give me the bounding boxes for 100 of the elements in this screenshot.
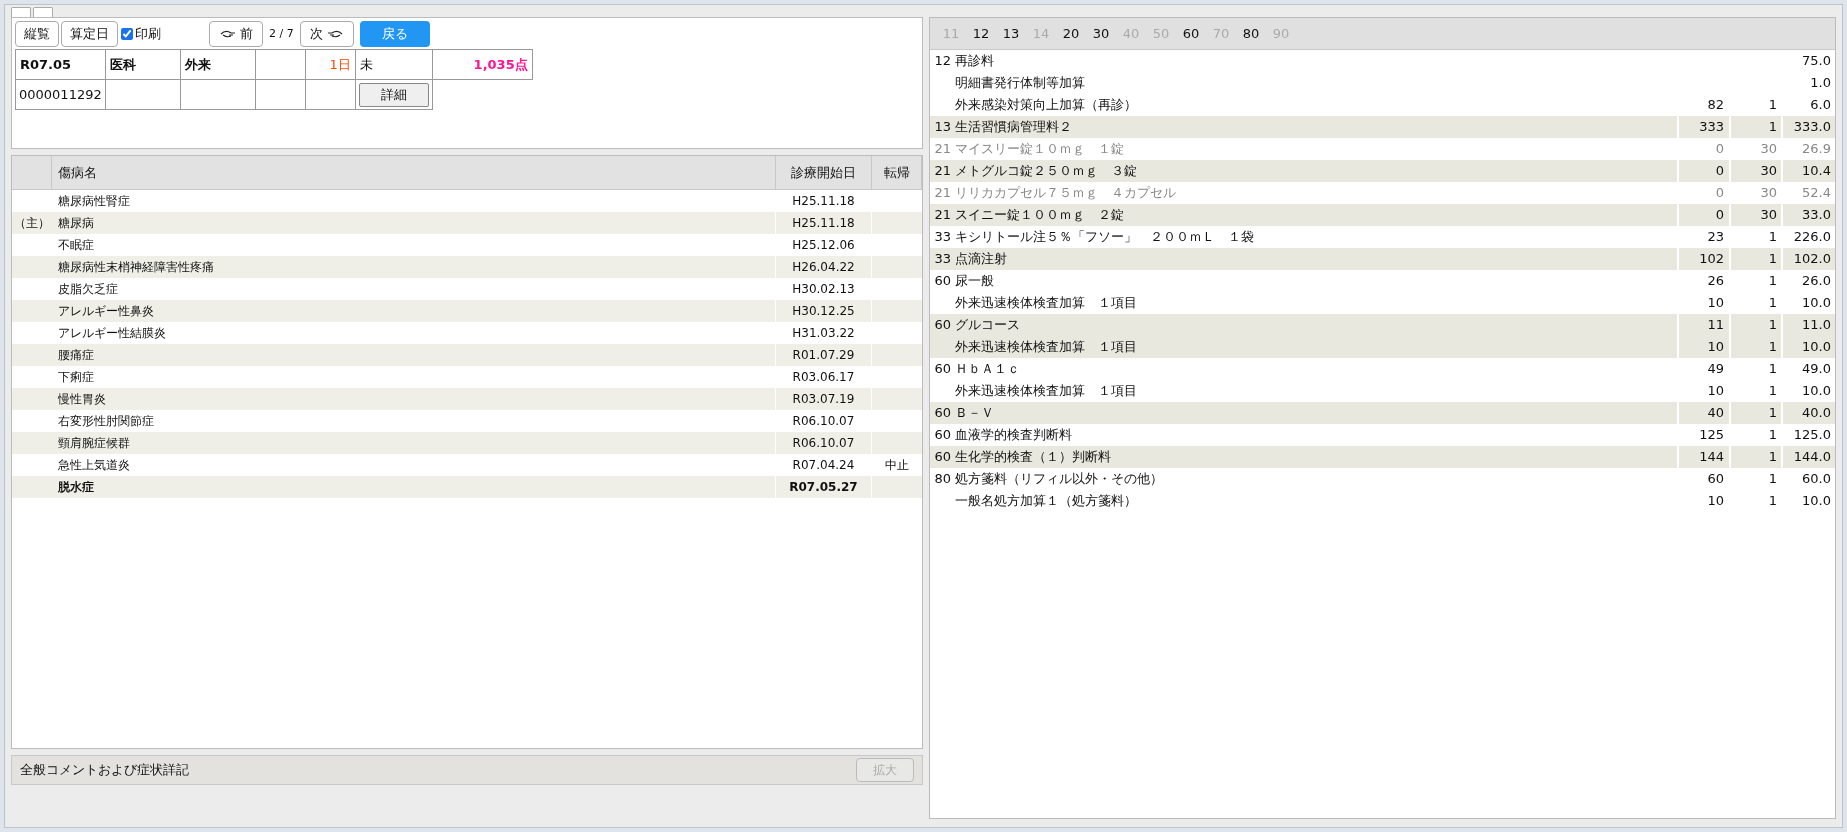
table-cell-text: 急性上気道炎 bbox=[58, 457, 130, 474]
table-cell-text: 0 bbox=[1715, 184, 1724, 203]
tab-stub[interactable] bbox=[33, 7, 53, 17]
page-indicator: 2 / 7 bbox=[268, 25, 295, 42]
table-cell-text: マイスリー錠１０ｍｇ １錠 bbox=[955, 140, 1124, 159]
table-cell-text: 糖尿病性末梢神経障害性疼痛 bbox=[58, 259, 214, 276]
table-cell-text: 1 bbox=[1768, 294, 1777, 313]
category-tab[interactable]: 20 bbox=[1056, 23, 1086, 44]
table-cell-text: 糖尿病性腎症 bbox=[58, 193, 130, 210]
table-cell-text: 60 bbox=[934, 426, 951, 445]
checkbox-label: 印刷 bbox=[135, 25, 161, 44]
table-cell-text: 10 bbox=[1707, 294, 1724, 313]
summary-cell: 未 bbox=[355, 49, 433, 80]
table-cell-text: 10.0 bbox=[1802, 492, 1831, 511]
table-cell-text: 10.0 bbox=[1802, 294, 1831, 313]
table-cell-text: 皮脂欠乏症 bbox=[58, 281, 118, 298]
table-cell-text: 1 bbox=[1768, 272, 1777, 291]
table-cell-text: 102 bbox=[1699, 250, 1724, 269]
table-cell-text: 82 bbox=[1707, 96, 1724, 115]
table-cell-text: 10 bbox=[1707, 338, 1724, 357]
table-cell-text: 明細書発行体制等加算 bbox=[955, 74, 1085, 93]
table-cell-text: 144 bbox=[1699, 448, 1724, 467]
table-cell-text: 1 bbox=[1768, 250, 1777, 269]
table-cell-text: 1 bbox=[1768, 492, 1777, 511]
table-cell-text: 26 bbox=[1707, 272, 1724, 291]
table-cell-text: 226.0 bbox=[1793, 228, 1831, 247]
table-cell-text: 333 bbox=[1699, 118, 1724, 137]
table-cell-text: 125 bbox=[1699, 426, 1724, 445]
table-cell-text: 40 bbox=[1707, 404, 1724, 423]
table-cell-text: 10.0 bbox=[1802, 338, 1831, 357]
tab-stub[interactable] bbox=[11, 7, 31, 17]
table-cell-text: Ｂ－Ｖ bbox=[955, 404, 994, 423]
table-cell-text: 脱水症 bbox=[58, 479, 94, 496]
table-cell-text: 10.4 bbox=[1802, 162, 1831, 181]
category-tab[interactable]: 13 bbox=[996, 23, 1026, 44]
table-cell-text: ＨｂＡ１ｃ bbox=[955, 360, 1020, 379]
table-cell-text: 生化学的検査（１）判断料 bbox=[955, 448, 1111, 467]
table-cell-text: 0 bbox=[1715, 162, 1724, 181]
table-cell-text: 30 bbox=[1760, 140, 1777, 159]
table-cell-text: 腰痛症 bbox=[58, 347, 94, 364]
table-cell-text: 頸肩腕症候群 bbox=[58, 435, 130, 452]
table-cell-text: 1 bbox=[1768, 96, 1777, 115]
table-cell-text: 49.0 bbox=[1802, 360, 1831, 379]
table-cell-text: 1 bbox=[1768, 228, 1777, 247]
table-cell-text: 0 bbox=[1715, 206, 1724, 225]
column-header: 傷病名 bbox=[58, 163, 97, 182]
table-cell-text: （主） bbox=[14, 215, 50, 232]
next-button[interactable]: 次 bbox=[299, 21, 354, 47]
table-cell-text: 1 bbox=[1768, 338, 1777, 357]
summary-cell: 医科 bbox=[105, 49, 181, 80]
summary-cell: 1日 bbox=[305, 49, 356, 80]
category-tab[interactable]: 80 bbox=[1236, 23, 1266, 44]
prev-button[interactable]: 前 bbox=[209, 21, 263, 47]
category-tab[interactable]: 60 bbox=[1176, 23, 1206, 44]
table-cell-text: メトグルコ錠２５０ｍｇ ３錠 bbox=[955, 162, 1137, 181]
table-cell-text: 右変形性肘関節症 bbox=[58, 413, 154, 430]
table-cell-text: 60 bbox=[934, 448, 951, 467]
table-cell-text: 30 bbox=[1760, 184, 1777, 203]
table-cell-text: 75.0 bbox=[1802, 52, 1831, 71]
table-cell-text: 60.0 bbox=[1802, 470, 1831, 489]
table-cell-text: 10 bbox=[1707, 382, 1724, 401]
table-cell-text: 40.0 bbox=[1802, 404, 1831, 423]
table-cell-text: 11 bbox=[1707, 316, 1724, 335]
table-cell-text: 60 bbox=[1707, 470, 1724, 489]
table-cell-text: アレルギー性結膜炎 bbox=[58, 325, 166, 342]
table-cell-text: 52.4 bbox=[1802, 184, 1831, 203]
category-tab[interactable]: 30 bbox=[1086, 23, 1116, 44]
table-cell-text: R06.10.07 bbox=[792, 435, 855, 452]
toolbar-button[interactable]: 算定日 bbox=[61, 21, 118, 47]
table-cell-text: 10 bbox=[1707, 492, 1724, 511]
table-cell-text: 11.0 bbox=[1802, 316, 1831, 335]
table-cell-text: 外来迅速検体検査加算 １項目 bbox=[955, 294, 1137, 313]
table-cell-text: 60 bbox=[934, 272, 951, 291]
table-cell-text: H30.12.25 bbox=[792, 303, 855, 320]
table-cell-text: 60 bbox=[934, 316, 951, 335]
table-cell-text: 1 bbox=[1768, 470, 1777, 489]
summary-cell: 1,035点 bbox=[432, 49, 533, 80]
table-cell-text: 13 bbox=[934, 118, 951, 137]
table-cell-text: 処方箋料（リフィル以外・その他） bbox=[955, 470, 1163, 489]
table-cell-text: 1 bbox=[1768, 382, 1777, 401]
toolbar-button[interactable]: 縦覧 bbox=[15, 21, 59, 47]
column-header: 転帰 bbox=[883, 163, 910, 182]
table-cell-text: 33.0 bbox=[1802, 206, 1831, 225]
table-cell-text: 慢性胃炎 bbox=[58, 391, 106, 408]
table-cell-text: リリカカプセル７５ｍｇ ４カプセル bbox=[955, 184, 1176, 203]
table-cell-text: 10.0 bbox=[1802, 382, 1831, 401]
print-checkbox[interactable] bbox=[121, 28, 133, 40]
table-cell-text: 血液学的検査判断料 bbox=[955, 426, 1072, 445]
table-cell-text: H25.12.06 bbox=[792, 237, 855, 254]
category-tab[interactable]: 12 bbox=[966, 23, 996, 44]
table-cell-text: R03.07.19 bbox=[792, 391, 855, 408]
table-cell-text: H25.11.18 bbox=[792, 215, 855, 232]
table-cell-text: 60 bbox=[934, 404, 951, 423]
table-cell-text: 1 bbox=[1768, 118, 1777, 137]
detail-button[interactable]: 詳細 bbox=[358, 82, 429, 107]
table-cell-text: 糖尿病 bbox=[58, 215, 94, 232]
table-cell-text: 1 bbox=[1768, 404, 1777, 423]
table-cell-text: 33 bbox=[934, 228, 951, 247]
table-cell-text: 1 bbox=[1768, 448, 1777, 467]
table-cell-text: H31.03.22 bbox=[792, 325, 855, 342]
